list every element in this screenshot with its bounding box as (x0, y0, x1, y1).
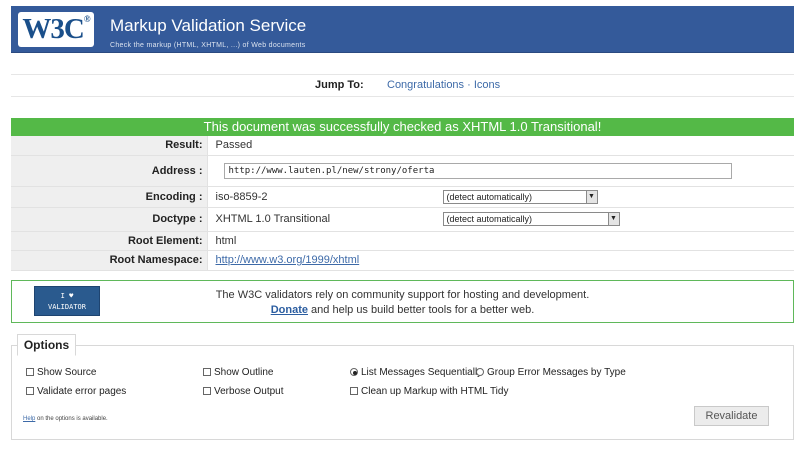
option-list-sequential[interactable]: List Messages Sequentially (350, 367, 482, 379)
header-banner: W3C® Markup Validation Service Check the… (11, 6, 794, 53)
w3c-logo[interactable]: W3C® (18, 12, 94, 47)
cleanup-tidy-label: Clean up Markup with HTML Tidy (361, 386, 509, 397)
validate-error-pages-checkbox[interactable] (26, 387, 34, 395)
show-outline-label: Show Outline (214, 367, 274, 378)
result-label: Result: (11, 136, 208, 155)
row-root-namespace: Root Namespace: http://www.w3.org/1999/x… (11, 250, 794, 270)
validate-error-pages-label: Validate error pages (37, 386, 127, 397)
option-verbose-output[interactable]: Verbose Output (203, 386, 284, 398)
logo-text: W3C (22, 13, 84, 45)
encoding-select-value: (detect automatically) (446, 191, 533, 202)
help-link[interactable]: Help (23, 416, 35, 422)
donation-box: I ♥ VALIDATOR The W3C validators rely on… (11, 280, 794, 323)
option-show-source[interactable]: Show Source (26, 367, 96, 379)
page-title: Markup Validation Service (110, 16, 307, 35)
option-group-by-type[interactable]: Group Error Messages by Type (476, 367, 626, 379)
root-element-value: html (215, 234, 237, 247)
help-note-rest: on the options is available. (35, 416, 108, 422)
encoding-select[interactable]: (detect automatically) ▼ (442, 189, 598, 204)
show-source-checkbox[interactable] (26, 368, 34, 376)
show-outline-checkbox[interactable] (203, 368, 211, 376)
row-result: Result: Passed (11, 136, 794, 155)
doctype-value: XHTML 1.0 Transitional (215, 213, 331, 225)
row-address: Address : http://www.lauten.pl/new/stron… (11, 155, 794, 186)
encoding-value: iso-8859-2 (215, 190, 268, 203)
options-legend[interactable]: Options (17, 334, 76, 356)
help-note: Help on the options is available. (23, 416, 108, 422)
options-panel: Options Show Source Show Outline List Me… (11, 334, 794, 440)
row-root-element: Root Element: html (11, 231, 794, 250)
jump-links: Congratulations · Icons (387, 75, 500, 96)
list-sequential-radio[interactable] (350, 368, 358, 376)
doctype-select[interactable]: (detect automatically) ▼ (442, 212, 620, 226)
revalidate-button[interactable]: Revalidate (694, 406, 769, 426)
donate-link[interactable]: Donate (271, 304, 308, 316)
donate-message-2: Donate and help us build better tools fo… (12, 304, 793, 316)
donate-message: The W3C validators rely on community sup… (215, 289, 590, 301)
registered-mark: ® (83, 14, 91, 24)
jump-separator: · (467, 79, 471, 91)
chevron-down-icon: ▼ (585, 190, 597, 203)
row-encoding: Encoding : iso-8859-2 (detect automatica… (11, 186, 794, 207)
list-sequential-label: List Messages Sequentially (361, 367, 483, 378)
jump-link-congratulations[interactable]: Congratulations (387, 79, 464, 91)
jump-link-icons[interactable]: Icons (474, 79, 500, 91)
verbose-output-label: Verbose Output (214, 386, 284, 397)
page-subtitle: Check the markup (HTML, XHTML, ...) of W… (110, 42, 306, 49)
root-namespace-label: Root Namespace: (11, 250, 208, 270)
root-namespace-link[interactable]: http://www.w3.org/1999/xhtml (216, 254, 360, 266)
root-element-label: Root Element: (11, 231, 208, 250)
result-value: Passed (215, 139, 253, 152)
group-by-type-radio[interactable] (476, 368, 484, 376)
chevron-down-icon: ▼ (607, 213, 619, 225)
row-doctype: Doctype : XHTML 1.0 Transitional (detect… (11, 207, 794, 231)
encoding-label: Encoding : (11, 186, 208, 207)
option-show-outline[interactable]: Show Outline (203, 367, 273, 379)
option-cleanup-tidy[interactable]: Clean up Markup with HTML Tidy (350, 386, 508, 398)
group-by-type-label: Group Error Messages by Type (487, 367, 626, 378)
jump-to-label: Jump To: (315, 79, 364, 91)
address-label: Address : (11, 155, 208, 186)
jump-bar: Jump To: Congratulations · Icons (11, 74, 794, 97)
donate-message-rest: and help us build better tools for a bet… (308, 304, 535, 316)
results-table: Result: Passed Address : http://www.laut… (11, 136, 794, 271)
show-source-label: Show Source (37, 367, 97, 378)
cleanup-tidy-checkbox[interactable] (350, 387, 358, 395)
option-validate-error-pages[interactable]: Validate error pages (26, 386, 126, 398)
verbose-output-checkbox[interactable] (203, 387, 211, 395)
doctype-label: Doctype : (11, 207, 208, 231)
success-banner: This document was successfully checked a… (11, 118, 794, 136)
address-input[interactable]: http://www.lauten.pl/new/strony/oferta (223, 162, 732, 179)
doctype-select-value: (detect automatically) (446, 214, 533, 224)
